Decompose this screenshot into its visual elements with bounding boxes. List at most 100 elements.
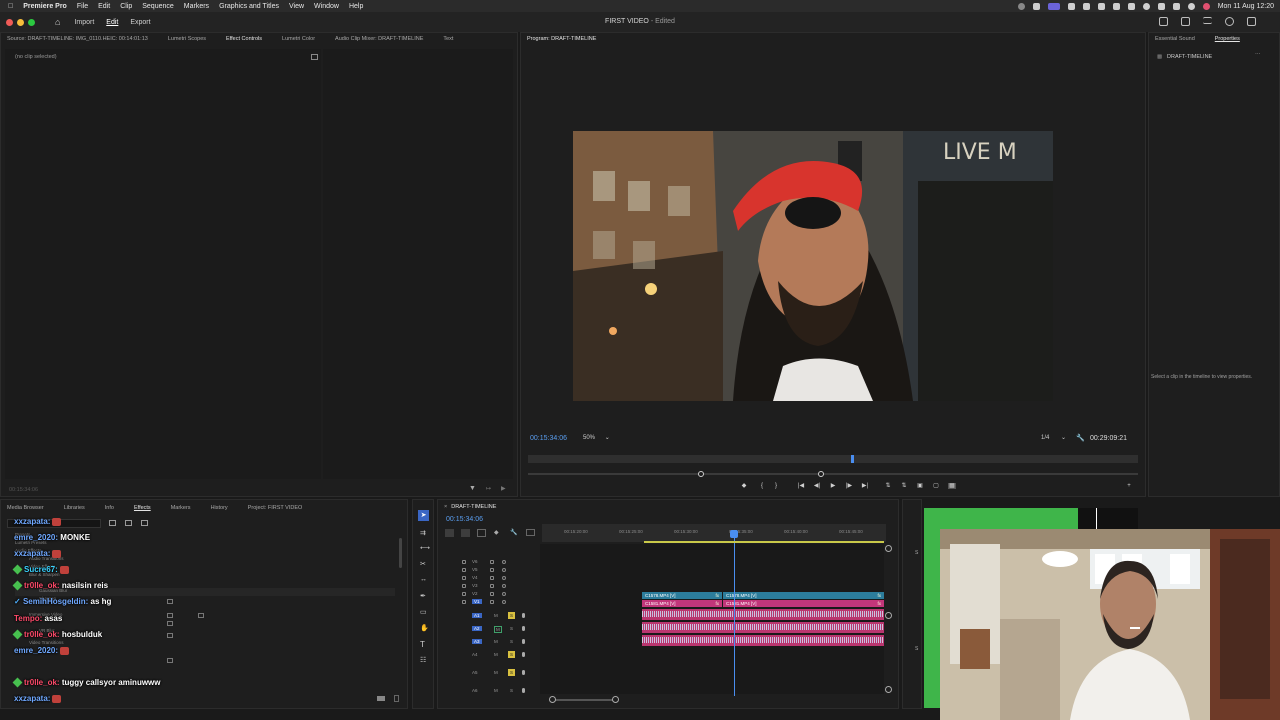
vscroll-handle-mid[interactable] [885,612,892,619]
home-icon[interactable]: ⌂ [55,17,60,27]
clock-icon[interactable] [1142,2,1150,10]
go-to-in-button[interactable]: |◀ [797,483,805,489]
tab-properties[interactable]: Properties [1215,36,1240,42]
resolution-select[interactable]: 1/4 ⌄ [1041,434,1071,443]
effects-scrollbar[interactable] [399,538,402,568]
tab-media-browser[interactable]: Media Browser [7,505,44,511]
scroll-handle-right[interactable] [612,696,619,703]
tab-audio-clip-mixer[interactable]: Audio Clip Mixer: DRAFT-TIMELINE [335,36,423,42]
audio-clip[interactable] [642,635,884,646]
siri-icon[interactable] [1202,2,1210,10]
tab-effects[interactable]: Effects [134,505,151,511]
selection-tool[interactable]: ➤ [418,510,429,521]
tab-essential-sound[interactable]: Essential Sound [1155,36,1195,42]
new-bin-icon[interactable] [109,520,116,526]
program-scrubber[interactable] [528,455,1138,463]
screen-share-icon[interactable] [1047,2,1060,10]
add-button[interactable]: + [1125,483,1133,489]
tree-item[interactable]: Audio Effects [15,548,395,556]
tab-effect-controls[interactable]: Effect Controls [226,36,262,42]
ripple-edit-tool[interactable]: ⟷ [420,544,430,552]
menu-icon[interactable] [1203,17,1212,24]
playback-icon[interactable]: ▶ [501,485,506,492]
program-timecode[interactable]: 00:15:34:06 [530,435,567,442]
delete-icon[interactable] [141,520,148,526]
razor-tool[interactable]: ✂ [420,560,426,568]
bluetooth-icon[interactable] [1127,2,1135,10]
workspace-export[interactable]: Export [130,19,150,26]
menu-edit[interactable]: Edit [98,3,110,10]
apple-icon[interactable]:  [8,3,13,10]
caption-tool[interactable]: ☷ [420,656,426,664]
tree-item[interactable]: Video Transitions [15,640,395,648]
properties-more-icon[interactable]: ⋯ [1255,52,1261,58]
zoom-select[interactable]: 50% ⌄ [583,434,617,443]
tab-program[interactable]: Program: DRAFT-TIMELINE [527,36,596,42]
menu-markers[interactable]: Markers [184,3,209,10]
slip-tool[interactable]: ↔ [420,576,427,583]
video-clip-v1[interactable]: C1581.MP4 [V] fx [723,600,884,607]
zoom-window-button[interactable] [28,18,35,26]
audio-clip[interactable] [642,609,884,620]
record-icon[interactable] [1017,2,1025,10]
go-to-out-button[interactable]: ▶| [861,483,869,489]
tab-markers[interactable]: Markers [171,505,191,511]
search-icon[interactable] [1187,2,1195,10]
display-icon[interactable] [1082,2,1090,10]
vscroll-handle-top[interactable] [885,545,892,552]
step-back-button[interactable]: ◀| [813,483,821,489]
filter-icon[interactable]: ▼ [469,485,476,492]
minimize-window-button[interactable] [17,18,24,26]
menu-app[interactable]: Premiere Pro [23,3,67,10]
extract-button[interactable]: ⇅ [900,483,908,489]
camera-icon[interactable]: ▣ [916,483,924,489]
tab-history[interactable]: History [211,505,228,511]
mark-out-button[interactable]: } [772,483,780,489]
clock-text[interactable]: Mon 11 Aug 12:20 [1218,3,1274,10]
zoom-handle-left[interactable] [698,471,704,477]
play-button[interactable]: ▶ [829,483,837,489]
folder-icon[interactable] [377,696,385,701]
workspace-edit[interactable]: Edit [106,19,118,26]
video-clip-v2[interactable]: C1578.MP4 [V] fx [723,592,884,599]
panel-layout-icon[interactable] [1159,17,1168,26]
menu-graphics[interactable]: Graphics and Titles [219,3,279,10]
tree-item[interactable]: Audio Transitions [15,556,395,564]
tree-item[interactable]: Immersive Video [15,612,395,628]
audio-clip[interactable] [642,622,884,633]
close-window-button[interactable] [6,18,13,26]
menu-sequence[interactable]: Sequence [142,3,174,10]
trash-icon[interactable] [394,695,399,702]
volume-icon[interactable] [1112,2,1120,10]
panel-menu-icon[interactable] [311,54,318,60]
tree-item[interactable]: Video Effects [15,564,395,572]
timeline-playhead-head[interactable] [730,530,738,538]
tab-lumetri-color[interactable]: Lumetri Color [282,36,315,42]
share-icon[interactable] [1181,17,1190,26]
menu-view[interactable]: View [289,3,304,10]
status-icon[interactable] [1032,2,1040,10]
program-video-frame[interactable]: LIVE M [573,131,1053,401]
rectangle-tool[interactable]: ▭ [420,608,427,616]
hand-tool[interactable]: ✋ [420,624,429,632]
zoom-handle-right[interactable] [818,471,824,477]
menu-clip[interactable]: Clip [120,3,132,10]
timeline-playhead-line[interactable] [734,530,735,696]
battery-status-icon[interactable] [1067,2,1075,10]
program-playhead[interactable] [851,455,855,463]
tab-source[interactable]: Source: DRAFT-TIMELINE: IMG_0110.HEIC: 0… [7,36,148,42]
comparison-view-button[interactable]: ▢ [932,483,940,489]
menu-file[interactable]: File [77,3,88,10]
workspace-import[interactable]: Import [74,19,94,26]
quick-actions-icon[interactable] [1225,17,1234,26]
pen-tool[interactable]: ✒ [420,592,426,600]
tab-project[interactable]: Project: FIRST VIDEO [248,505,303,511]
wifi-icon[interactable] [1157,2,1165,10]
work-area-bar[interactable] [644,541,884,543]
fullscreen-icon[interactable] [1247,17,1256,26]
menu-window[interactable]: Window [314,3,339,10]
video-clip-v1[interactable]: C1581.MP4 [V] fx [642,600,722,607]
dropbox-icon[interactable] [1097,2,1105,10]
export-frame-icon[interactable]: ↦ [486,485,491,492]
wrench-icon[interactable]: 🔧 [1076,434,1085,442]
